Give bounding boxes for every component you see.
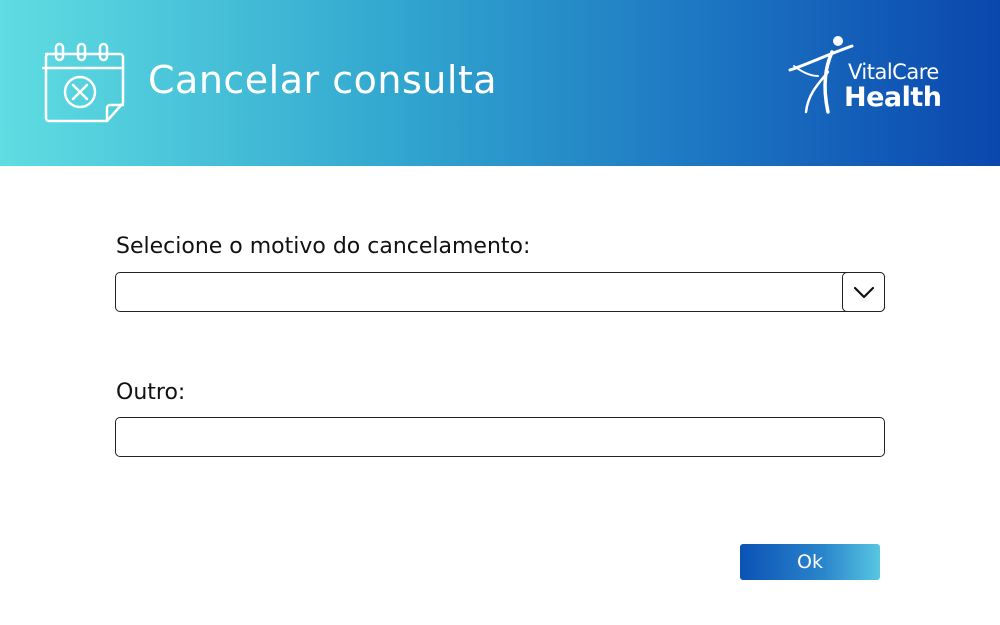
other-label: Outro: [116,380,186,405]
ok-button[interactable]: Ok [740,544,880,580]
reason-dropdown-button[interactable] [842,271,885,312]
logo-text-vitalcare: VitalCare [848,60,939,84]
reason-select[interactable] [115,271,885,312]
reason-label: Selecione o motivo do cancelamento: [116,234,531,259]
logo-text-health: Health [844,82,942,113]
vitalcare-logo: VitalCare Health [788,32,958,118]
header-banner: Cancelar consulta VitalCare Health [0,0,1000,166]
chevron-down-icon [853,286,875,298]
other-reason-input[interactable] [115,417,885,457]
page-title: Cancelar consulta [148,58,498,102]
calendar-cancel-icon [40,40,126,126]
